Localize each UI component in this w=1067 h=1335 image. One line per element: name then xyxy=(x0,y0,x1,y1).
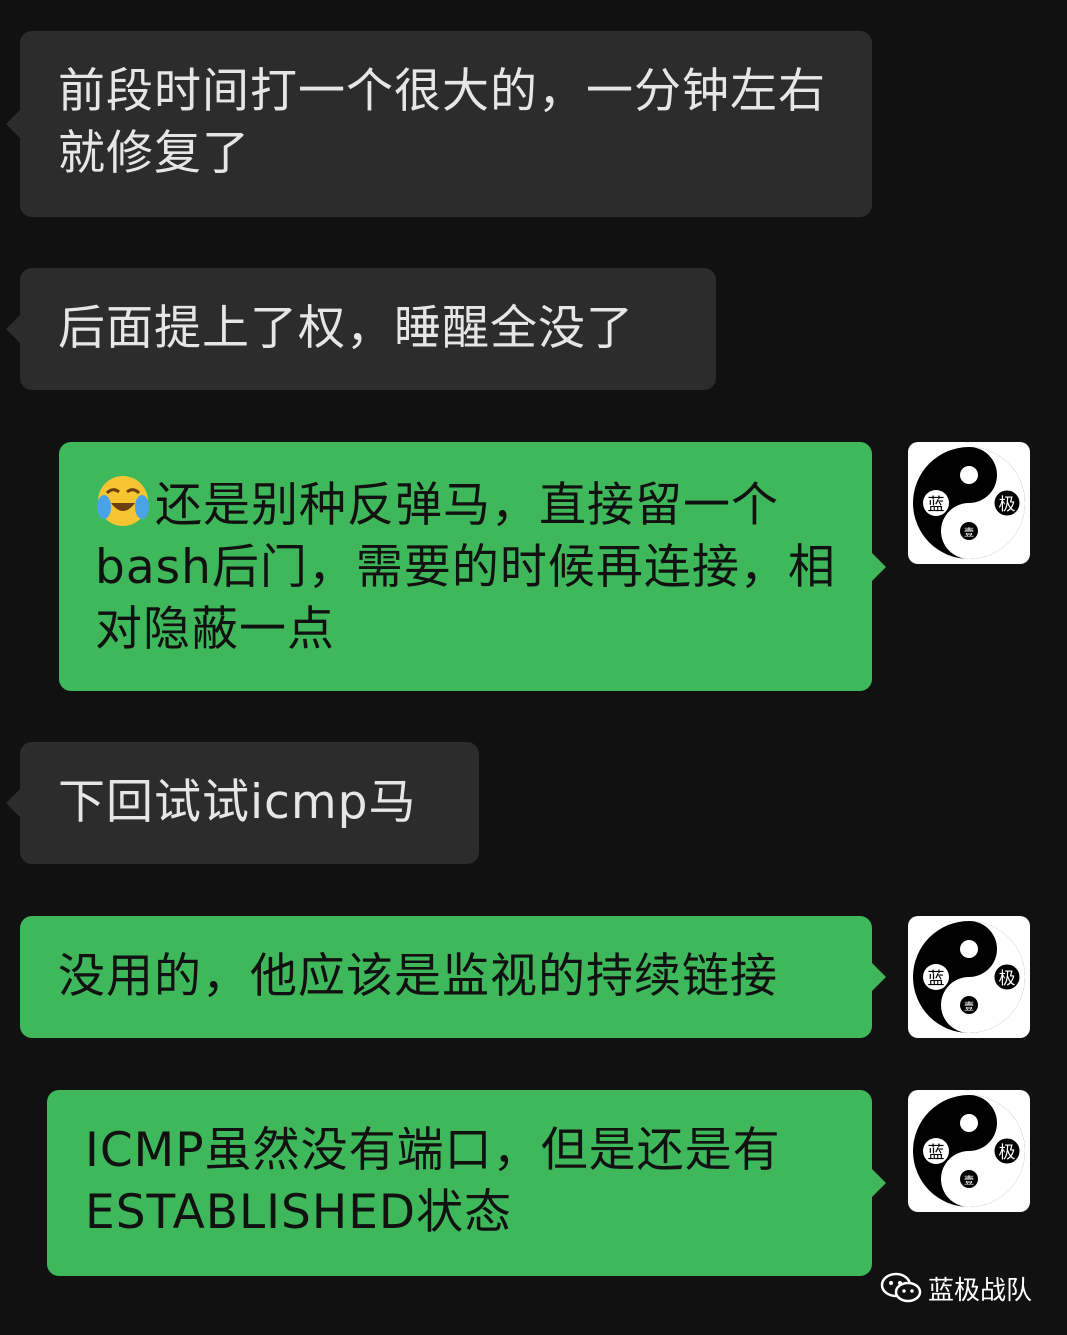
message-text: 后面提上了权，睡醒全没了 xyxy=(58,301,634,356)
wechat-watermark: 蓝极战队 xyxy=(880,1268,1032,1308)
avatar-char-right: 极 xyxy=(999,1143,1016,1163)
message-bubble-incoming[interactable]: 后面提上了权，睡醒全没了 xyxy=(6,268,716,390)
user-avatar[interactable]: 蓝 极 壹 xyxy=(908,442,1030,564)
message-bubble-outgoing[interactable]: ICMP虽然没有端口，但是还是有ESTABLISHED状态 xyxy=(47,1090,886,1276)
yin-yang-logo-icon: 蓝 极 壹 xyxy=(913,921,1025,1033)
message-bubble-incoming[interactable]: 下回试试icmp马 xyxy=(6,742,479,864)
crying-face-emoji-icon xyxy=(95,473,151,529)
avatar-char-bottom: 壹 xyxy=(964,1174,974,1187)
message-text: 没用的，他应该是监视的持续链接 xyxy=(58,949,778,1004)
message-text: 还是别种反弹马，直接留一个bash后门，需要的时候再连接，相对隐蔽一点 xyxy=(95,478,836,657)
message-text: ICMP虽然没有端口，但是还是有ESTABLISHED状态 xyxy=(85,1123,781,1240)
watermark-text: 蓝极战队 xyxy=(928,1275,1033,1306)
yin-yang-logo-icon: 蓝 极 壹 xyxy=(913,1095,1025,1207)
message-text: 下回试试icmp马 xyxy=(58,775,417,830)
wechat-icon xyxy=(880,1272,922,1303)
avatar-char-left: 蓝 xyxy=(928,495,945,515)
user-avatar[interactable]: 蓝 极 壹 xyxy=(908,1090,1030,1212)
message-bubble-outgoing[interactable]: 没用的，他应该是监视的持续链接 xyxy=(20,916,886,1038)
message-bubble-incoming[interactable]: 前段时间打一个很大的，一分钟左右就修复了 xyxy=(6,31,872,217)
avatar-char-bottom: 壹 xyxy=(964,1000,974,1013)
avatar-char-left: 蓝 xyxy=(928,1143,945,1163)
message-text: 前段时间打一个很大的，一分钟左右就修复了 xyxy=(58,64,826,181)
avatar-char-bottom: 壹 xyxy=(964,526,974,539)
avatar-char-right: 极 xyxy=(999,495,1016,515)
user-avatar[interactable]: 蓝 极 壹 xyxy=(908,916,1030,1038)
avatar-char-left: 蓝 xyxy=(928,969,945,989)
avatar-char-right: 极 xyxy=(999,969,1016,989)
message-bubble-outgoing[interactable]: 还是别种反弹马，直接留一个bash后门，需要的时候再连接，相对隐蔽一点 xyxy=(59,442,886,691)
yin-yang-logo-icon: 蓝 极 壹 xyxy=(913,447,1025,559)
